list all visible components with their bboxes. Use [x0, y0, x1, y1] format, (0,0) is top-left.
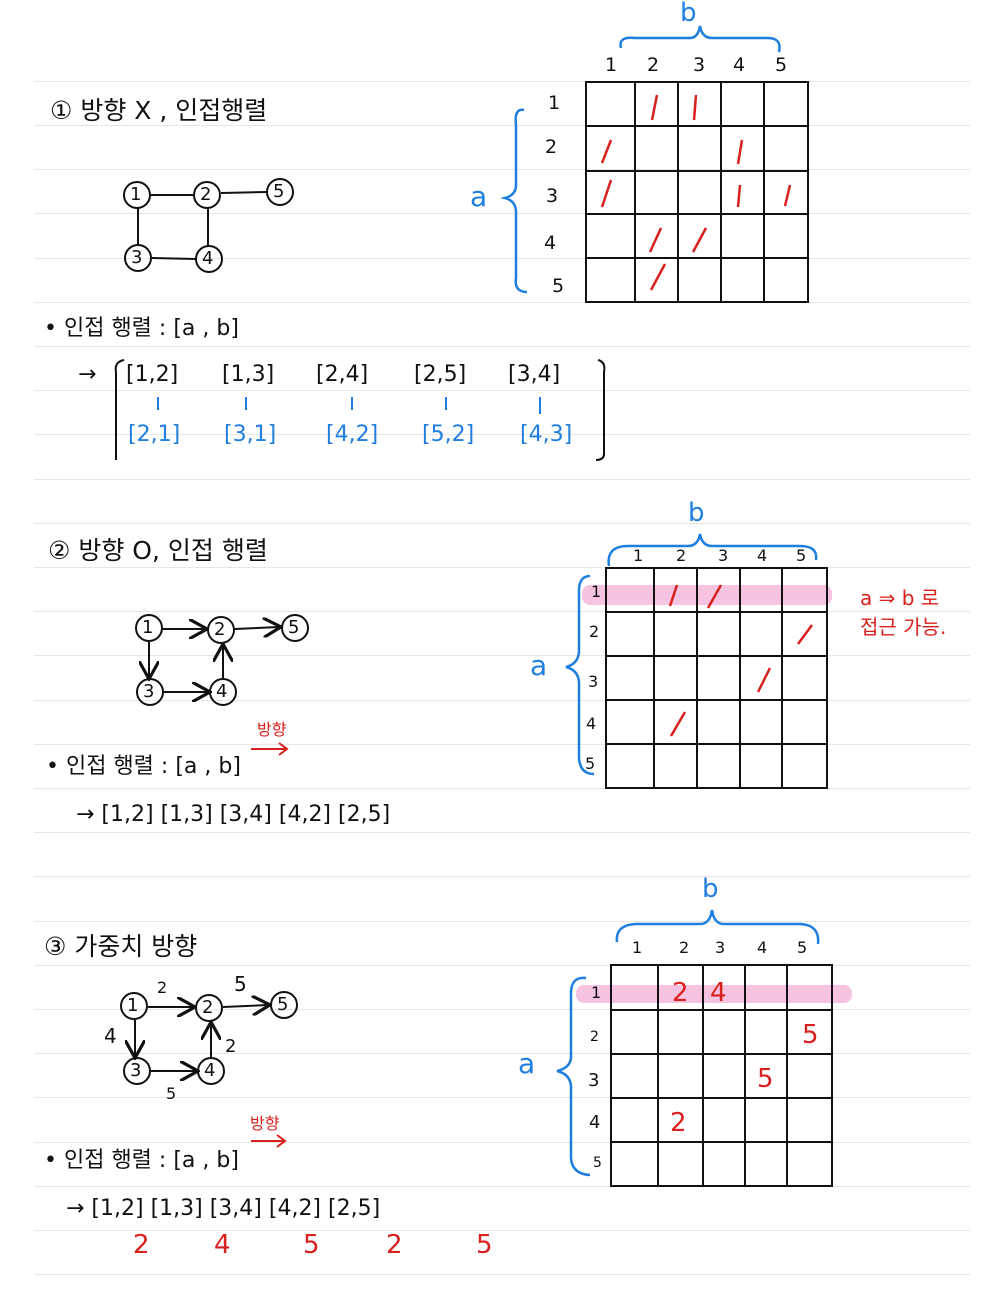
graph3-node-3: 3 — [130, 1060, 142, 1081]
matrix3-col-3: 3 — [715, 938, 726, 957]
section1-reverse-3: [4,2] — [326, 422, 379, 447]
matrix2-col-5: 5 — [796, 546, 807, 565]
matrix3-axis-b: b — [702, 874, 719, 904]
section3-direction-label: 방향 — [250, 1114, 280, 1133]
section1-pair-2: [1,3] — [222, 362, 275, 387]
graph3-node-4: 4 — [204, 1060, 216, 1081]
matrix3-row-4: 4 — [589, 1112, 601, 1133]
graph3-weight-1-2: 2 — [157, 978, 168, 997]
section3-weight-2: 4 — [214, 1230, 231, 1260]
section1-bullet: • 인접 행렬 : [a , b] — [44, 316, 239, 341]
section1-title: ① 방향 X , 인접행렬 — [50, 96, 268, 125]
matrix1-row-1: 1 — [548, 92, 561, 114]
graph3-node-5: 5 — [277, 994, 289, 1015]
matrix2-grid — [565, 533, 828, 789]
section1-pair-5: [3,4] — [508, 362, 561, 387]
matrix3-col-1: 1 — [632, 938, 643, 957]
section1-brackets — [114, 359, 606, 461]
graph3-weight-3-4: 5 — [166, 1084, 177, 1103]
section3-direction-arrow — [251, 1134, 287, 1148]
graph2-diagram — [135, 614, 309, 706]
section2-bullet: • 인접 행렬 : [a , b] — [46, 754, 241, 779]
graph1-node-4: 4 — [202, 248, 214, 269]
matrix3-axis-a: a — [518, 1047, 536, 1080]
section1-pair-4: [2,5] — [414, 362, 467, 387]
matrix2-col-4: 4 — [757, 546, 768, 565]
section1-reverse-1: [2,1] — [128, 422, 181, 447]
matrix3-row-2: 2 — [590, 1029, 599, 1045]
matrix1-row-2: 2 — [545, 136, 558, 158]
graph3-node-2: 2 — [202, 997, 214, 1018]
matrix2-row-2: 2 — [589, 622, 600, 641]
section1-pair-1: [1,2] — [126, 362, 179, 387]
section1-reverse-5: [4,3] — [520, 422, 573, 447]
matrix3-cell-r4c2: 2 — [670, 1108, 687, 1138]
section2-note: a ⇒ b 로 접근 가능. — [860, 586, 947, 639]
section3-weight-5: 5 — [476, 1230, 493, 1260]
matrix2-row-1: 1 — [591, 582, 602, 601]
matrix3-row-1: 1 — [591, 983, 602, 1002]
matrix1-row-3: 3 — [546, 185, 559, 207]
graph3-weight-2-5: 5 — [234, 972, 247, 996]
section1-arrow: → — [78, 362, 97, 387]
graph1-node-2: 2 — [200, 184, 212, 205]
section1-pair-3: [2,4] — [316, 362, 369, 387]
matrix3-cell-r1c3: 4 — [710, 978, 727, 1008]
section1-reverse-4: [5,2] — [422, 422, 475, 447]
matrix1-col-2: 2 — [647, 54, 660, 76]
section1-reverse-2: [3,1] — [224, 422, 277, 447]
graph2-node-5: 5 — [288, 617, 300, 638]
matrix1-col-1: 1 — [605, 54, 618, 76]
matrix2-row-3: 3 — [588, 672, 599, 691]
matrix3-cell-r2c5: 5 — [802, 1020, 819, 1050]
matrix3-cell-r1c2: 2 — [672, 978, 689, 1008]
section2-direction-label: 방향 — [257, 720, 287, 739]
graph3-weight-1-3: 4 — [104, 1024, 117, 1048]
section2-pairs: → [1,2] [1,3] [3,4] [4,2] [2,5] — [76, 802, 391, 827]
matrix3-col-4: 4 — [757, 938, 768, 957]
graph1-node-3: 3 — [131, 247, 143, 268]
matrix3-col-2: 2 — [679, 938, 690, 957]
section3-title: ③ 가중치 방향 — [44, 932, 198, 961]
matrix2-row-4: 4 — [586, 714, 597, 733]
matrix1-col-4: 4 — [733, 54, 746, 76]
matrix1-row-4: 4 — [544, 232, 557, 254]
graph2-node-4: 4 — [216, 681, 228, 702]
matrix2-col-1: 1 — [633, 546, 644, 565]
graph1-node-1: 1 — [130, 184, 142, 205]
section2-title: ② 방향 O, 인접 행렬 — [48, 536, 268, 565]
matrix2-col-3: 3 — [718, 546, 729, 565]
graph2-node-1: 1 — [142, 617, 154, 638]
graph3-weight-4-2: 2 — [225, 1036, 237, 1057]
section3-pairs: → [1,2] [1,3] [3,4] [4,2] [2,5] — [66, 1196, 381, 1221]
matrix3-cell-r3c4: 5 — [757, 1064, 774, 1094]
matrix2-axis-a: a — [530, 649, 548, 682]
matrix1-col-5: 5 — [775, 54, 788, 76]
graph3-node-1: 1 — [127, 995, 139, 1016]
matrix3-grid — [556, 909, 833, 1187]
matrix2-axis-b: b — [688, 498, 705, 528]
matrix1-row-5: 5 — [552, 275, 565, 297]
matrix3-row-3: 3 — [588, 1070, 600, 1091]
graph1-diagram — [123, 178, 294, 273]
row1-highlight-section2 — [582, 585, 832, 605]
matrix2-col-2: 2 — [676, 546, 687, 565]
matrix3-row-5: 5 — [593, 1155, 602, 1171]
section3-weight-3: 5 — [303, 1230, 320, 1260]
section3-weight-1: 2 — [133, 1230, 150, 1260]
matrix2-row-5: 5 — [585, 754, 596, 773]
matrix1-axis-a: a — [470, 180, 488, 213]
matrix3-col-5: 5 — [797, 938, 808, 957]
graph3-diagram — [120, 991, 298, 1085]
matrix1-col-3: 3 — [693, 54, 706, 76]
matrix1-grid — [500, 25, 809, 303]
matrix2-marks — [668, 584, 814, 737]
graph1-node-5: 5 — [273, 181, 285, 202]
section2-direction-arrow — [251, 742, 289, 756]
section3-bullet: • 인접 행렬 : [a , b] — [44, 1148, 239, 1173]
graph2-node-3: 3 — [143, 681, 155, 702]
graph2-node-2: 2 — [214, 619, 226, 640]
matrix1-axis-b: b — [680, 0, 697, 28]
section3-weight-4: 2 — [386, 1230, 403, 1260]
